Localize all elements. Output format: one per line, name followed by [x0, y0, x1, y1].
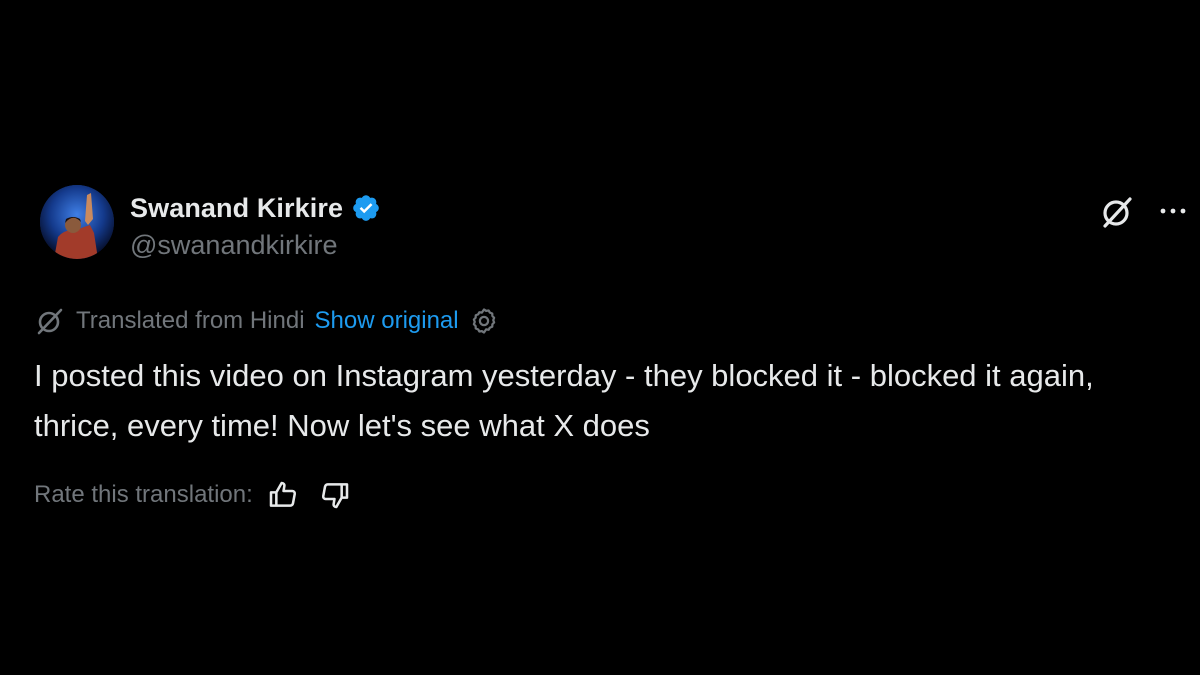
author-handle[interactable]: @swanandkirkire: [130, 230, 337, 261]
show-original-link[interactable]: Show original: [315, 307, 459, 335]
avatar[interactable]: [40, 185, 114, 259]
more-options-icon[interactable]: [1156, 196, 1190, 226]
gear-icon[interactable]: [469, 306, 499, 336]
grok-icon: [34, 306, 66, 336]
rate-translation-label: Rate this translation:: [34, 481, 253, 508]
page: Swanand Kirkire @swanandkirkire Translat…: [0, 0, 1200, 675]
rate-translation-row: Rate this translation:: [34, 478, 351, 512]
author-name-row[interactable]: Swanand Kirkire: [130, 191, 381, 225]
grok-icon[interactable]: [1098, 193, 1136, 231]
author-name[interactable]: Swanand Kirkire: [130, 193, 343, 224]
thumbs-up-icon[interactable]: [267, 479, 299, 511]
verified-badge-icon: [351, 193, 381, 223]
translation-row: Translated from Hindi Show original: [34, 306, 499, 336]
thumbs-down-icon[interactable]: [319, 479, 351, 511]
tweet-text: I posted this video on Instagram yesterd…: [34, 358, 1094, 443]
translated-from-label: Translated from Hindi: [76, 307, 305, 334]
